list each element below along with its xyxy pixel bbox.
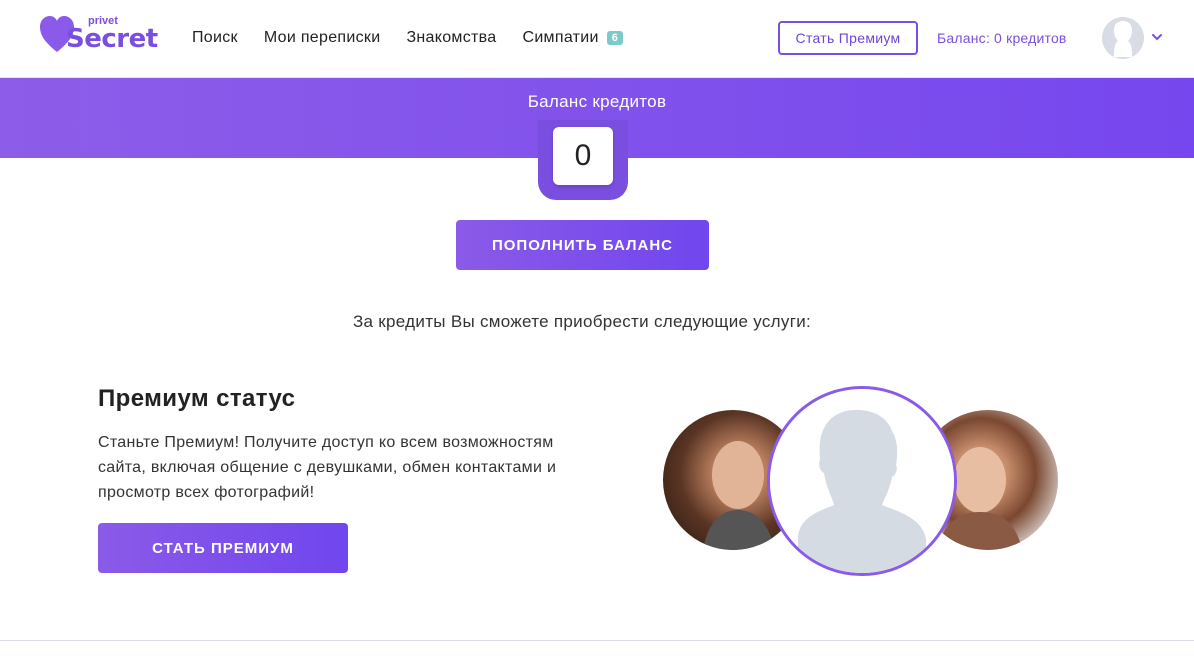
balance-title: Баланс кредитов [527,92,667,111]
anonymous-avatar-icon [767,386,957,576]
become-premium-button[interactable]: СТАТЬ ПРЕМИУМ [98,523,348,573]
logo-big-text: Secret [66,24,158,54]
nav-dating[interactable]: Знакомства [406,29,496,47]
nav-likes-label: Симпатии [522,29,599,46]
topup-balance-button[interactable]: ПОПОЛНИТЬ БАЛАНС [456,220,709,270]
nav-conversations[interactable]: Мои переписки [264,29,381,47]
nav-search[interactable]: Поиск [192,29,238,47]
premium-title: Премиум статус [98,385,296,412]
user-avatar-icon[interactable] [1102,17,1144,59]
become-premium-header-button[interactable]: Стать Премиум [778,21,918,55]
likes-count-badge: 6 [606,31,624,45]
services-intro: За кредиты Вы сможете приобрести следующ… [352,312,812,331]
premium-description: Станьте Премиум! Получите доступ ко всем… [98,434,557,501]
balance-link[interactable]: Баланс: 0 кредитов [937,30,1067,46]
main-nav: Поиск Мои переписки Знакомства Симпатии … [192,29,624,47]
balance-value: 0 [553,127,613,185]
site-header: privet Secret Поиск Мои переписки Знаком… [0,0,1194,78]
logo[interactable]: privet Secret [40,14,158,58]
chevron-down-icon[interactable] [1150,30,1164,44]
nav-likes[interactable]: Симпатии 6 [522,29,624,47]
footer-divider [0,640,1194,641]
